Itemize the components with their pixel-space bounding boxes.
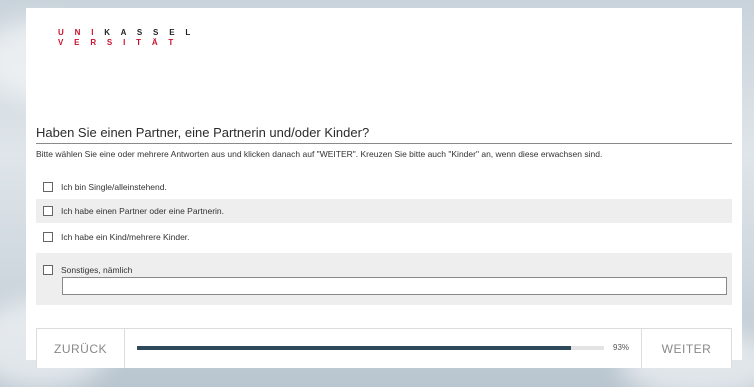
option-label: Ich bin Single/alleinstehend.	[61, 182, 167, 192]
progress-bar-fill	[137, 346, 572, 350]
option-label: Ich habe einen Partner oder eine Partner…	[61, 206, 225, 216]
checkbox-partner[interactable]	[43, 206, 53, 216]
next-button[interactable]: WEITER	[641, 329, 731, 368]
university-logo: U N I K A S S E L V E R S I T Ä T	[58, 28, 195, 48]
option-partner[interactable]: Ich habe einen Partner oder eine Partner…	[36, 199, 732, 223]
survey-card: U N I K A S S E L V E R S I T Ä T Haben …	[26, 8, 742, 368]
checkbox-single[interactable]	[43, 182, 53, 192]
progress-percent: 93%	[613, 343, 630, 352]
back-button[interactable]: ZURÜCK	[37, 329, 125, 368]
checkbox-children[interactable]	[43, 232, 53, 242]
option-single[interactable]: Ich bin Single/alleinstehend.	[36, 176, 732, 198]
checkbox-other[interactable]	[43, 265, 53, 275]
logo-text-dark: K A S S E L	[104, 28, 195, 37]
option-label: Ich habe ein Kind/mehrere Kinder.	[61, 232, 190, 242]
option-label: Sonstiges, nämlich	[61, 265, 133, 275]
option-other: Sonstiges, nämlich	[36, 253, 732, 305]
question-instruction: Bitte wählen Sie eine oder mehrere Antwo…	[36, 149, 603, 159]
other-text-input[interactable]	[62, 277, 727, 295]
option-children[interactable]: Ich habe ein Kind/mehrere Kinder.	[36, 224, 732, 250]
question-title: Haben Sie einen Partner, eine Partnerin …	[36, 125, 732, 144]
logo-text-line2: V E R S I T Ä T	[58, 38, 178, 47]
logo-text-red: U N I	[58, 28, 98, 37]
navigation-bar: ZURÜCK 93% WEITER	[36, 328, 732, 368]
option-other-row[interactable]: Sonstiges, nämlich	[36, 265, 132, 275]
progress-bar	[137, 346, 604, 350]
